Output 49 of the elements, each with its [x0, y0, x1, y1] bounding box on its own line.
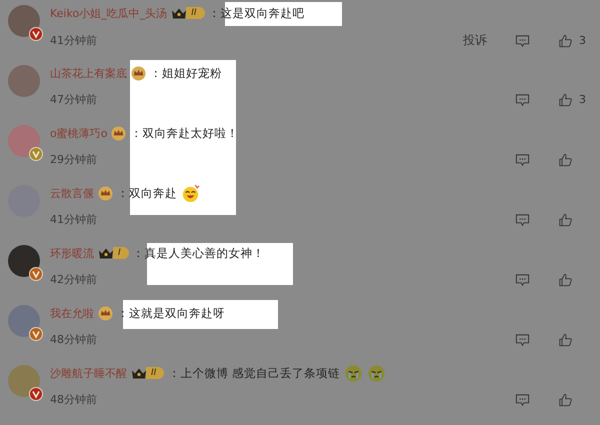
timestamp: 47分钟前: [50, 92, 97, 107]
thumbs-up-icon[interactable]: [558, 272, 573, 286]
thumbs-up-icon[interactable]: [558, 152, 573, 166]
comment-icon[interactable]: [515, 272, 530, 286]
laughing-emoji-icon: [181, 184, 200, 202]
crying-emoji-icon: [366, 364, 386, 382]
username-link[interactable]: 沙雕航子睡不醒: [50, 366, 127, 380]
report-link[interactable]: 投诉: [463, 32, 487, 49]
comment-text: ：上个微博 感觉自己丢了条项链: [168, 366, 340, 380]
comment-icon[interactable]: [515, 212, 530, 226]
crown-badge-icon: [98, 186, 113, 200]
comment-icon[interactable]: [515, 92, 530, 106]
thumbs-up-icon[interactable]: [558, 92, 573, 106]
avatar[interactable]: [8, 365, 40, 397]
comment-text: ：姐姐好宠粉: [150, 66, 222, 80]
comment-text: ：双向奔赴: [117, 186, 177, 200]
comment-text: ：双向奔赴太好啦！: [130, 126, 238, 140]
username-link[interactable]: 山茶花上有案底: [50, 66, 127, 80]
comment-text: ：这是双向奔赴吧: [208, 6, 305, 20]
timestamp: 48分钟前: [50, 332, 97, 347]
timestamp: 29分钟前: [50, 152, 97, 167]
thumbs-up-icon[interactable]: [558, 34, 573, 48]
username-link[interactable]: 我在允啦: [50, 306, 94, 320]
comment-text: ：真是人美心善的女神！: [132, 246, 265, 260]
thumbs-up-icon[interactable]: [558, 332, 573, 346]
comment-icon[interactable]: [515, 34, 530, 48]
like-count: 3: [579, 93, 586, 106]
crown-badge-icon: [111, 126, 126, 140]
crying-emoji-icon: [344, 364, 363, 382]
timestamp: 41分钟前: [50, 33, 97, 48]
avatar[interactable]: [8, 5, 40, 37]
thumbs-up-icon[interactable]: [558, 212, 573, 226]
timestamp: 48分钟前: [50, 392, 97, 407]
comment-text: ：这就是双向奔赴呀: [117, 306, 225, 320]
crown-badge-icon: [131, 66, 146, 80]
username-link[interactable]: o蜜桃薄巧o: [50, 126, 108, 140]
level-badge: I: [98, 246, 129, 260]
timestamp: 41分钟前: [50, 212, 97, 227]
crown-badge-icon: [98, 306, 113, 320]
username-link[interactable]: 环形暖流: [50, 246, 94, 260]
thumbs-up-icon[interactable]: [558, 392, 573, 406]
timestamp: 42分钟前: [50, 272, 97, 287]
username-link[interactable]: 云散言偃: [50, 186, 94, 200]
username-link[interactable]: Keiko小姐_吃瓜中_头汤: [50, 6, 168, 20]
like-count: 3: [579, 34, 586, 47]
comment-icon[interactable]: [515, 152, 530, 166]
comment-icon[interactable]: [515, 392, 530, 406]
comment-icon[interactable]: [515, 332, 530, 346]
avatar[interactable]: [8, 245, 40, 277]
